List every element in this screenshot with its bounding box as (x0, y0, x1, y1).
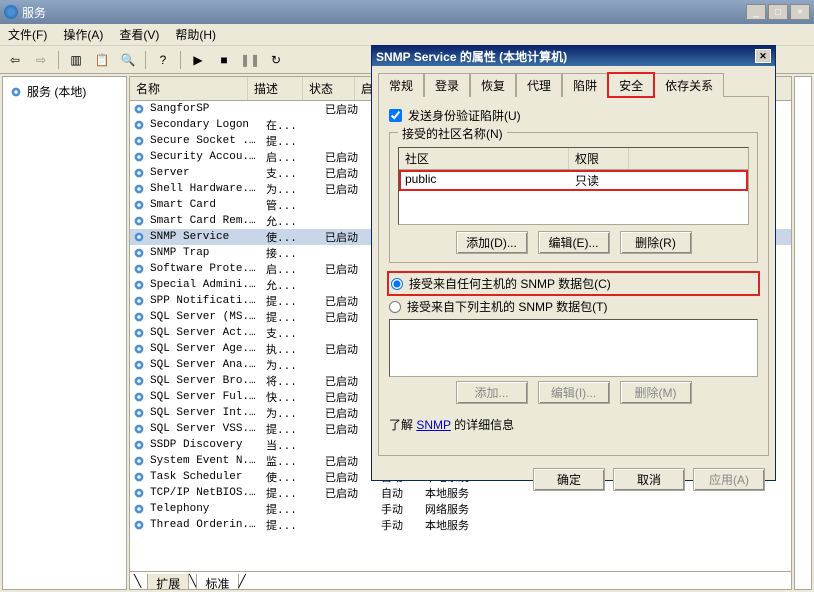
back-button[interactable]: ⇦ (4, 49, 26, 71)
properties-dialog: SNMP Service 的属性 (本地计算机) ✕ 常规 登录 恢复 代理 陷… (371, 45, 776, 481)
show-hide-tree-button[interactable]: ▥ (65, 49, 87, 71)
dialog-close-button[interactable]: ✕ (755, 49, 771, 63)
help-button[interactable]: ? (152, 49, 174, 71)
dialog-body: 发送身份验证陷阱(U) 接受的社区名称(N) 社区 权限 public 只读 添… (378, 96, 769, 456)
col-status[interactable]: 状态 (303, 77, 355, 100)
snmp-link[interactable]: SNMP (416, 418, 450, 432)
menu-help[interactable]: 帮助(H) (175, 26, 216, 43)
export-button[interactable]: 📋 (91, 49, 113, 71)
send-trap-checkbox[interactable] (389, 109, 402, 122)
accept-listed-hosts-radio[interactable] (389, 301, 401, 313)
add-host-button[interactable]: 添加... (456, 381, 528, 404)
stop-button[interactable]: ■ (213, 49, 235, 71)
pause-button[interactable]: ❚❚ (239, 49, 261, 71)
ok-button[interactable]: 确定 (533, 468, 605, 491)
accept-all-hosts-row: 接受来自任何主机的 SNMP 数据包(C) (389, 273, 758, 294)
tab-logon[interactable]: 登录 (424, 73, 470, 97)
refresh-button[interactable]: 🔍 (117, 49, 139, 71)
send-trap-checkbox-row: 发送身份验证陷阱(U) (389, 107, 758, 124)
dialog-tabs: 常规 登录 恢复 代理 陷阱 安全 依存关系 (372, 66, 775, 96)
accept-all-hosts-radio[interactable] (391, 278, 403, 290)
services-icon (4, 5, 18, 19)
tree-root[interactable]: 服务 (本地) (7, 81, 122, 102)
col-community[interactable]: 社区 (399, 148, 569, 169)
tree-pane: 服务 (本地) (2, 76, 127, 590)
minimize-button[interactable]: _ (746, 4, 766, 20)
community-group: 接受的社区名称(N) 社区 权限 public 只读 添加(D)... 编辑(E… (389, 132, 758, 263)
bottom-tabs: ╲ 扩展 ╲ 标准 ╱ (130, 571, 791, 590)
tab-general[interactable]: 常规 (378, 73, 424, 97)
window-controls: _ □ × (746, 4, 810, 20)
apply-button[interactable]: 应用(A) (693, 468, 765, 491)
service-row[interactable]: Thread Orderin...提...手动本地服务 (130, 517, 791, 533)
forward-button[interactable]: ⇨ (30, 49, 52, 71)
dialog-titlebar: SNMP Service 的属性 (本地计算机) ✕ (372, 46, 775, 66)
tab-standard[interactable]: 标准 (196, 574, 238, 590)
close-button[interactable]: × (790, 4, 810, 20)
learn-more-row: 了解 SNMP 的详细信息 (389, 416, 758, 433)
maximize-button[interactable]: □ (768, 4, 788, 20)
restart-button[interactable]: ↻ (265, 49, 287, 71)
edit-community-button[interactable]: 编辑(E)... (538, 231, 610, 254)
remove-community-button[interactable]: 删除(R) (620, 231, 692, 254)
menu-file[interactable]: 文件(F) (8, 26, 47, 43)
right-blank-pane (794, 76, 812, 590)
window-title: 服务 (22, 4, 46, 21)
tab-extended[interactable]: 扩展 (147, 574, 189, 590)
tab-recovery[interactable]: 恢复 (470, 73, 516, 97)
col-desc[interactable]: 描述 (248, 77, 303, 100)
gear-icon (9, 85, 23, 99)
menu-action[interactable]: 操作(A) (63, 26, 103, 43)
dialog-footer: 确定 取消 应用(A) (372, 462, 775, 497)
service-row[interactable]: Telephony提...手动网络服务 (130, 501, 791, 517)
tab-deps[interactable]: 依存关系 (654, 73, 724, 97)
menubar: 文件(F) 操作(A) 查看(V) 帮助(H) (0, 24, 814, 46)
col-name[interactable]: 名称 (130, 77, 248, 100)
tab-agent[interactable]: 代理 (516, 73, 562, 97)
cancel-button[interactable]: 取消 (613, 468, 685, 491)
community-list[interactable]: 社区 权限 public 只读 (398, 147, 749, 225)
main-titlebar: 服务 _ □ × (0, 0, 814, 24)
tab-trap[interactable]: 陷阱 (562, 73, 608, 97)
accept-listed-hosts-row: 接受来自下列主机的 SNMP 数据包(T) (389, 298, 758, 315)
edit-host-button[interactable]: 编辑(I)... (538, 381, 610, 404)
tab-security[interactable]: 安全 (608, 73, 654, 97)
remove-host-button[interactable]: 删除(M) (620, 381, 692, 404)
add-community-button[interactable]: 添加(D)... (456, 231, 528, 254)
col-permission[interactable]: 权限 (569, 148, 629, 169)
host-list[interactable] (389, 319, 758, 377)
menu-view[interactable]: 查看(V) (119, 26, 159, 43)
start-button[interactable]: ▶ (187, 49, 209, 71)
community-row[interactable]: public 只读 (399, 170, 748, 191)
